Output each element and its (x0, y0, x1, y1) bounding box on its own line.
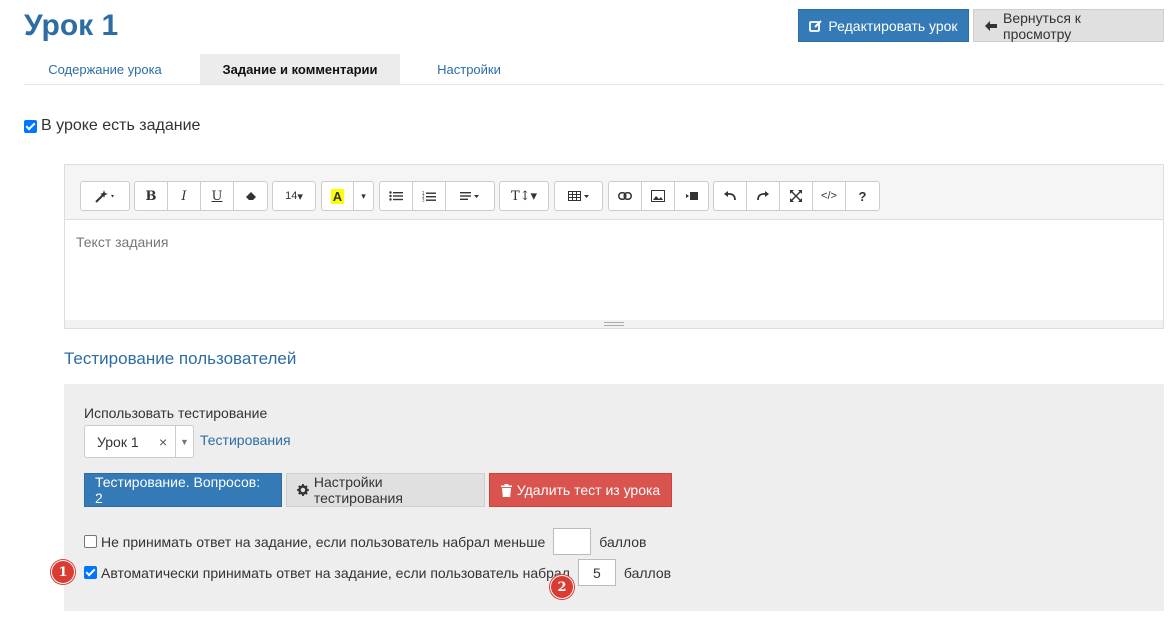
text-height-group: T↕▾ (499, 181, 549, 211)
accept-answer-option: Автоматически принимать ответ на задание… (84, 559, 671, 586)
code-view-icon[interactable]: </> (813, 182, 846, 210)
testing-panel: Использовать тестирование Урок 1 × ▼ Тес… (64, 384, 1164, 611)
svg-text:3: 3 (422, 197, 425, 202)
underline-icon[interactable]: U (201, 182, 234, 210)
tab-settings[interactable]: Настройки (410, 54, 528, 84)
table-group (554, 181, 603, 211)
edit-lesson-label: Редактировать урок (828, 17, 958, 34)
font-size-select[interactable]: 14 ▾ (273, 182, 315, 210)
accept-score-input[interactable]: 5 (577, 559, 616, 586)
bulleted-list-icon[interactable] (380, 182, 413, 210)
table-icon[interactable] (555, 182, 602, 210)
reject-min-score-input[interactable] (553, 528, 592, 555)
use-testing-label: Использовать тестирование (84, 405, 268, 421)
test-select-value: Урок 1 (97, 433, 139, 450)
edit-lesson-button[interactable]: Редактировать урок (798, 9, 969, 42)
tests-link[interactable]: Тестирования (200, 432, 291, 448)
undo-icon[interactable] (714, 182, 747, 210)
annotation-badge-1: 1 (51, 560, 75, 584)
test-questions-button[interactable]: Тестирование. Вопросов: 2 (84, 473, 282, 507)
reject-score-suffix: баллов (599, 533, 647, 550)
text-height-icon[interactable]: T↕▾ (500, 182, 548, 210)
delete-test-button[interactable]: Удалить тест из урока (489, 473, 672, 507)
tab-bar: Содержание урока Задание и комментарии Н… (24, 54, 1164, 85)
test-settings-button[interactable]: Настройки тестирования (286, 473, 485, 507)
arrow-left-icon (984, 20, 997, 31)
editor-resize-handle[interactable] (65, 320, 1163, 328)
reject-answer-label: Не принимать ответ на задание, если поль… (101, 533, 546, 550)
video-icon[interactable] (675, 182, 708, 210)
insert-group (608, 181, 709, 211)
delete-test-label: Удалить тест из урока (516, 482, 661, 498)
color-dropdown-icon[interactable]: ▾ (354, 182, 373, 210)
font-style-group: B I U (134, 181, 268, 211)
bold-icon[interactable]: B (135, 182, 168, 210)
trash-icon (500, 483, 512, 497)
back-to-view-label: Вернуться к просмотру (1002, 9, 1081, 42)
numbered-list-icon[interactable]: 123 (413, 182, 446, 210)
chevron-down-icon[interactable]: ▼ (175, 426, 193, 457)
has-task-label: В уроке есть задание (41, 117, 201, 134)
accept-answer-label: Автоматически принимать ответ на задание… (101, 564, 570, 581)
magic-icon[interactable] (81, 182, 129, 210)
italic-icon[interactable]: I (168, 182, 201, 210)
font-size-group: 14 ▾ (272, 181, 316, 211)
eraser-icon[interactable] (234, 182, 267, 210)
test-select[interactable]: Урок 1 × ▼ (84, 425, 194, 458)
reject-answer-option: Не принимать ответ на задание, если поль… (84, 528, 646, 555)
editor-toolbar: B I U 14 ▾ A ▾ 123 T↕▾ </> ? (65, 165, 1163, 220)
accept-answer-checkbox[interactable] (84, 566, 97, 579)
font-size-value: 14 (285, 190, 298, 202)
tab-task-and-comments[interactable]: Задание и комментарии (200, 54, 400, 84)
clear-icon[interactable]: × (159, 434, 175, 450)
style-group (80, 181, 130, 211)
annotation-badge-2: 2 (550, 575, 574, 599)
align-icon[interactable] (446, 182, 494, 210)
text-color-icon[interactable]: A (322, 182, 354, 210)
reject-answer-checkbox[interactable] (84, 535, 97, 548)
test-settings-label: Настройки тестирования (313, 474, 403, 506)
edit-icon (809, 19, 823, 32)
help-icon[interactable]: ? (846, 182, 879, 210)
page-title: Урок 1 (24, 9, 119, 42)
history-group: </> ? (713, 181, 880, 211)
has-task-checkbox[interactable] (24, 119, 37, 133)
has-task-option: В уроке есть задание (24, 117, 200, 135)
accept-score-suffix: баллов (623, 564, 672, 581)
task-editor: B I U 14 ▾ A ▾ 123 T↕▾ </> ? Текст задан… (64, 164, 1164, 329)
list-group: 123 (379, 181, 495, 211)
task-text-area[interactable]: Текст задания (65, 220, 1163, 320)
tab-lesson-content[interactable]: Содержание урока (24, 54, 186, 84)
testing-section-title: Тестирование пользователей (64, 349, 297, 368)
fullscreen-icon[interactable] (780, 182, 813, 210)
color-group: A ▾ (321, 181, 374, 211)
redo-icon[interactable] (747, 182, 780, 210)
image-icon[interactable] (642, 182, 675, 210)
gear-icon (297, 484, 309, 496)
back-to-view-button[interactable]: Вернуться к просмотру (973, 9, 1164, 42)
test-questions-label: Тестирование. Вопросов: 2 (95, 474, 261, 506)
link-icon[interactable] (609, 182, 642, 210)
